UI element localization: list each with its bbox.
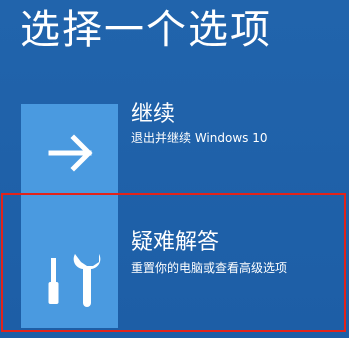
continue-description: 退出并继续 Windows 10 <box>131 131 268 145</box>
continue-title: 继续 <box>131 102 176 127</box>
recovery-screen: 选择一个选项 继续 退出并继续 Windows 10 疑难解答 重置你的电脑或查… <box>0 0 349 338</box>
troubleshoot-title: 疑难解答 <box>131 230 220 255</box>
troubleshoot-tile[interactable] <box>21 200 118 328</box>
arrow-right-icon <box>48 134 93 172</box>
tools-icon <box>48 254 101 307</box>
option-continue[interactable]: 继续 退出并继续 Windows 10 <box>21 102 341 201</box>
continue-tile[interactable] <box>21 104 118 201</box>
page-title: 选择一个选项 <box>20 7 272 53</box>
troubleshoot-description: 重置你的电脑或查看高级选项 <box>131 261 288 275</box>
option-troubleshoot[interactable]: 疑难解答 重置你的电脑或查看高级选项 <box>21 198 341 328</box>
